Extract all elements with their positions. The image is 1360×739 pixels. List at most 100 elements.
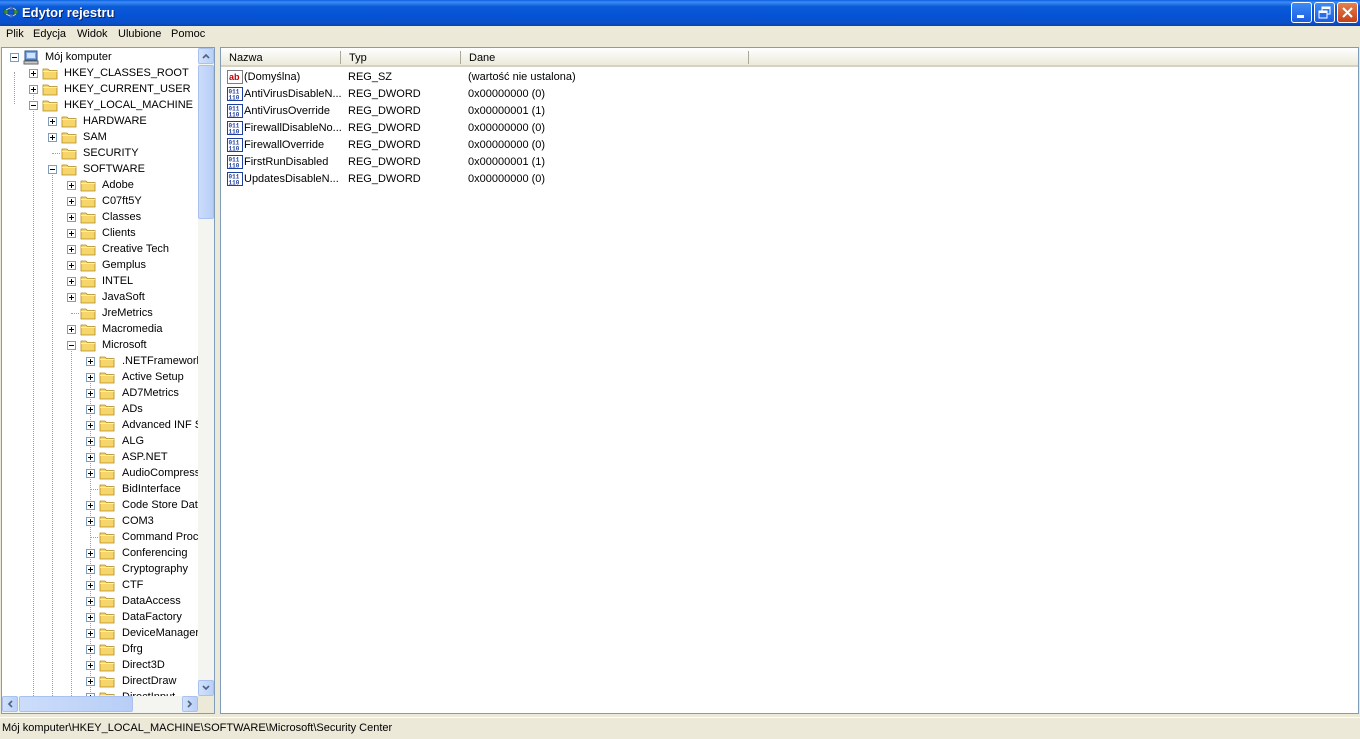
menu-edit[interactable]: Edycja xyxy=(32,28,67,40)
list-item[interactable]: 011 110 FirewallDisableNo... REG_DWORD 0x000… xyxy=(225,120,785,137)
expand-plus-icon[interactable] xyxy=(86,389,95,398)
expand-plus-icon[interactable] xyxy=(29,69,38,78)
expand-plus-icon[interactable] xyxy=(67,181,76,190)
column-header-type[interactable]: Typ xyxy=(341,48,461,67)
expand-plus-icon[interactable] xyxy=(67,293,76,302)
tree-vertical-scrollbar[interactable] xyxy=(198,48,214,696)
expand-plus-icon[interactable] xyxy=(86,645,95,654)
close-button[interactable] xyxy=(1337,2,1358,23)
scroll-right-button[interactable] xyxy=(182,696,198,712)
column-header-data[interactable]: Dane xyxy=(461,48,749,67)
expand-plus-icon[interactable] xyxy=(48,117,57,126)
tree-node[interactable]: DirectDraw xyxy=(2,673,198,689)
collapse-minus-icon[interactable] xyxy=(29,101,38,110)
menu-view[interactable]: Widok xyxy=(76,28,109,40)
tree-node[interactable]: CTF xyxy=(2,577,198,593)
collapse-minus-icon[interactable] xyxy=(10,53,19,62)
tree-node[interactable]: AD7Metrics xyxy=(2,385,198,401)
collapse-minus-icon[interactable] xyxy=(67,341,76,350)
tree-node[interactable]: Macromedia xyxy=(2,321,198,337)
title-bar[interactable]: Edytor rejestru xyxy=(0,0,1360,26)
tree-node[interactable]: HKEY_LOCAL_MACHINE xyxy=(2,97,198,113)
expand-plus-icon[interactable] xyxy=(86,437,95,446)
registry-tree[interactable]: Mój komputer HKEY_CLASSES_ROOT HKEY_CURREN… xyxy=(2,48,198,696)
scroll-left-button[interactable] xyxy=(2,696,18,712)
expand-plus-icon[interactable] xyxy=(86,565,95,574)
scroll-up-button[interactable] xyxy=(198,48,214,64)
expand-plus-icon[interactable] xyxy=(86,405,95,414)
expand-plus-icon[interactable] xyxy=(86,501,95,510)
tree-node[interactable]: Code Store Data xyxy=(2,497,198,513)
scroll-down-button[interactable] xyxy=(198,680,214,696)
expand-plus-icon[interactable] xyxy=(86,629,95,638)
expand-plus-icon[interactable] xyxy=(86,677,95,686)
tree-node[interactable]: DataFactory xyxy=(2,609,198,625)
menu-help[interactable]: Pomoc xyxy=(170,28,206,40)
expand-plus-icon[interactable] xyxy=(86,357,95,366)
menu-file[interactable]: Plik xyxy=(5,28,25,40)
column-header-name[interactable]: Nazwa xyxy=(221,48,341,67)
list-item[interactable]: 011 110 FirewallOverride REG_DWORD 0x0000000… xyxy=(225,137,785,154)
tree-node[interactable]: DirectInput xyxy=(2,689,198,696)
tree-node[interactable]: .NETFramework xyxy=(2,353,198,369)
tree-node[interactable]: Adobe xyxy=(2,177,198,193)
registry-tree-pane[interactable]: Mój komputer HKEY_CLASSES_ROOT HKEY_CURREN… xyxy=(1,47,215,714)
tree-node[interactable]: Active Setup xyxy=(2,369,198,385)
expand-plus-icon[interactable] xyxy=(29,85,38,94)
tree-node[interactable]: C07ft5Y xyxy=(2,193,198,209)
tree-node[interactable]: Conferencing xyxy=(2,545,198,561)
tree-node[interactable]: Direct3D xyxy=(2,657,198,673)
tree-node[interactable]: Microsoft xyxy=(2,337,198,353)
tree-node[interactable]: HKEY_CLASSES_ROOT xyxy=(2,65,198,81)
list-item[interactable]: 011 110 AntiVirusDisableN... REG_DWORD 0x000… xyxy=(225,86,785,103)
list-item[interactable]: ab (Domyślna) REG_SZ (wartość nie ustalona) xyxy=(225,69,785,86)
values-list-pane[interactable]: Nazwa Typ Dane ab (Domyślna) REG_SZ (wartoś… xyxy=(220,47,1359,714)
expand-plus-icon[interactable] xyxy=(86,373,95,382)
expand-plus-icon[interactable] xyxy=(86,453,95,462)
restore-button[interactable] xyxy=(1314,2,1335,23)
expand-plus-icon[interactable] xyxy=(67,325,76,334)
list-item[interactable]: 011 110 FirstRunDisabled REG_DWORD 0x0000000… xyxy=(225,154,785,171)
expand-plus-icon[interactable] xyxy=(86,661,95,670)
expand-plus-icon[interactable] xyxy=(67,229,76,238)
tree-node[interactable]: Mój komputer xyxy=(2,49,198,65)
expand-plus-icon[interactable] xyxy=(86,597,95,606)
expand-plus-icon[interactable] xyxy=(86,517,95,526)
tree-node[interactable]: SAM xyxy=(2,129,198,145)
tree-horizontal-scrollbar[interactable] xyxy=(2,696,198,713)
menu-favorites[interactable]: Ulubione xyxy=(117,28,162,40)
collapse-minus-icon[interactable] xyxy=(48,165,57,174)
tree-node[interactable]: SOFTWARE xyxy=(2,161,198,177)
expand-plus-icon[interactable] xyxy=(86,469,95,478)
tree-node[interactable]: ADs xyxy=(2,401,198,417)
expand-plus-icon[interactable] xyxy=(67,245,76,254)
tree-node[interactable]: ALG xyxy=(2,433,198,449)
horizontal-scroll-thumb[interactable] xyxy=(19,696,133,712)
expand-plus-icon[interactable] xyxy=(67,277,76,286)
tree-node[interactable]: Command Proce xyxy=(2,529,198,545)
tree-node[interactable]: JreMetrics xyxy=(2,305,198,321)
minimize-button[interactable] xyxy=(1291,2,1312,23)
tree-node[interactable]: COM3 xyxy=(2,513,198,529)
expand-plus-icon[interactable] xyxy=(86,613,95,622)
expand-plus-icon[interactable] xyxy=(86,549,95,558)
tree-node[interactable]: INTEL xyxy=(2,273,198,289)
tree-node[interactable]: Clients xyxy=(2,225,198,241)
expand-plus-icon[interactable] xyxy=(86,421,95,430)
vertical-scroll-thumb[interactable] xyxy=(198,65,214,219)
tree-node[interactable]: Cryptography xyxy=(2,561,198,577)
list-item[interactable]: 011 110 UpdatesDisableN... REG_DWORD 0x00000… xyxy=(225,171,785,188)
expand-plus-icon[interactable] xyxy=(48,133,57,142)
tree-node[interactable]: DataAccess xyxy=(2,593,198,609)
tree-node[interactable]: AudioCompressi xyxy=(2,465,198,481)
tree-node[interactable]: JavaSoft xyxy=(2,289,198,305)
tree-node[interactable]: HARDWARE xyxy=(2,113,198,129)
tree-node[interactable]: Gemplus xyxy=(2,257,198,273)
tree-node[interactable]: ASP.NET xyxy=(2,449,198,465)
expand-plus-icon[interactable] xyxy=(67,213,76,222)
tree-node[interactable]: Creative Tech xyxy=(2,241,198,257)
expand-plus-icon[interactable] xyxy=(67,261,76,270)
tree-node[interactable]: Classes xyxy=(2,209,198,225)
tree-node[interactable]: HKEY_CURRENT_USER xyxy=(2,81,198,97)
tree-node[interactable]: DeviceManager xyxy=(2,625,198,641)
